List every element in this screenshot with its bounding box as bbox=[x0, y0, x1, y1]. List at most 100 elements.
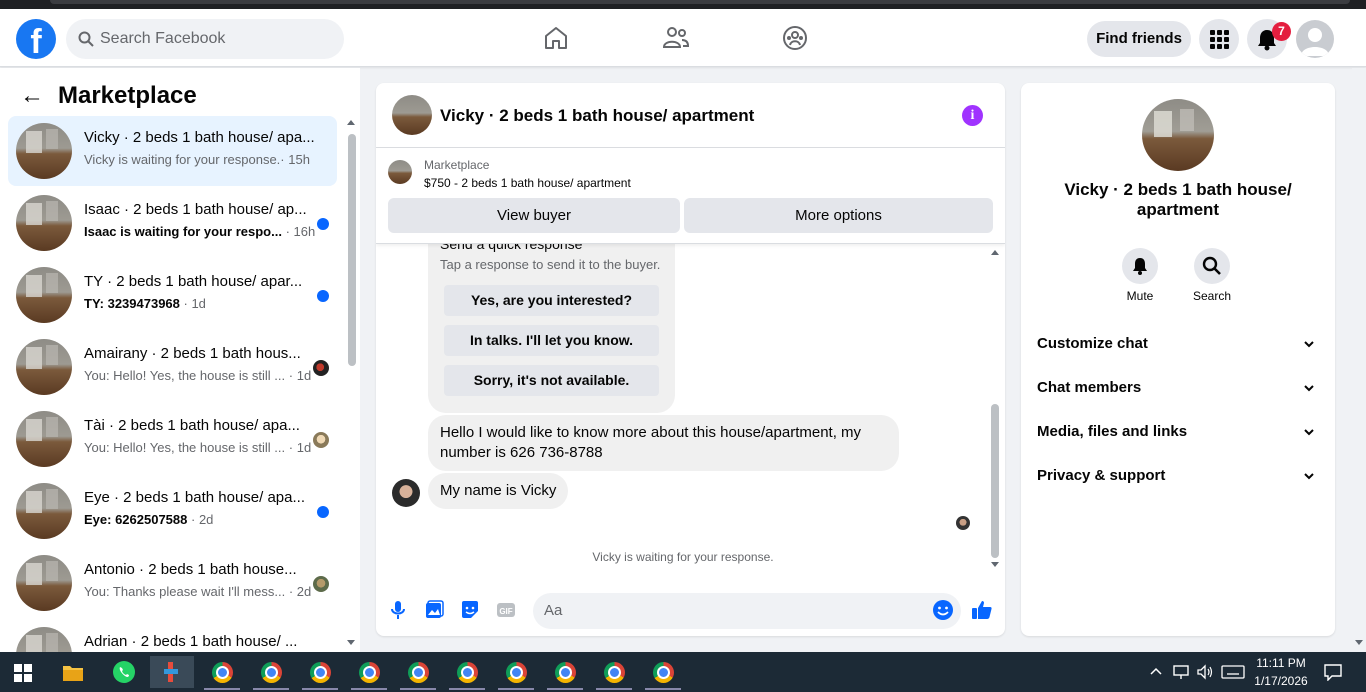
conversation-item[interactable]: TY · 2 beds 1 bath house/ apar... TY: 32… bbox=[8, 260, 337, 330]
conversation-title: Adrian · 2 beds 1 bath house/ ... bbox=[84, 633, 298, 650]
conversation-item[interactable]: Antonio · 2 beds 1 bath house... You: Th… bbox=[8, 548, 337, 618]
conversation-preview: Vicky is waiting for your response.· 15h bbox=[84, 152, 310, 167]
keyboard-icon[interactable] bbox=[1221, 665, 1245, 679]
notification-center-icon[interactable] bbox=[1323, 663, 1343, 681]
inbox-scrollbar[interactable] bbox=[346, 120, 356, 650]
quick-reply-button[interactable]: Sorry, it's not available. bbox=[444, 365, 659, 396]
media-files-links-row[interactable]: Media, files and links bbox=[1037, 416, 1319, 448]
view-buyer-button[interactable]: View buyer bbox=[388, 198, 680, 233]
page-scrollbar[interactable] bbox=[1352, 68, 1366, 652]
home-icon[interactable] bbox=[541, 23, 571, 53]
menu-button[interactable] bbox=[1199, 19, 1239, 59]
svg-text:GIF: GIF bbox=[499, 607, 512, 616]
clock-time[interactable]: 11:11 PM bbox=[1252, 656, 1310, 670]
chrome-window[interactable] bbox=[445, 656, 489, 690]
file-explorer-icon[interactable] bbox=[62, 662, 84, 682]
account-avatar[interactable] bbox=[1296, 20, 1334, 58]
microphone-icon[interactable] bbox=[386, 598, 410, 622]
chevron-down-icon bbox=[1304, 429, 1314, 436]
whatsapp-icon[interactable] bbox=[112, 660, 136, 684]
groups-icon[interactable] bbox=[780, 23, 810, 53]
conversation-item[interactable]: Amairany · 2 beds 1 bath hous... You: He… bbox=[8, 332, 337, 402]
clock-date[interactable]: 1/17/2026 bbox=[1252, 674, 1310, 688]
search-placeholder: Search Facebook bbox=[100, 30, 226, 47]
chat-members-row[interactable]: Chat members bbox=[1037, 372, 1319, 404]
conversation-preview: You: Hello! Yes, the house is still ... … bbox=[84, 368, 312, 383]
listing-thumbnail[interactable] bbox=[388, 160, 412, 184]
find-friends-button[interactable]: Find friends bbox=[1087, 21, 1191, 57]
mute-action[interactable]: Mute bbox=[1110, 248, 1170, 303]
conversation-item[interactable]: Adrian · 2 beds 1 bath house/ ... bbox=[8, 620, 337, 652]
listing-banner: Marketplace $750 - 2 beds 1 bath house/ … bbox=[376, 148, 1005, 244]
chrome-window[interactable] bbox=[592, 656, 636, 690]
app-icon bbox=[164, 662, 178, 682]
friends-icon[interactable] bbox=[661, 23, 691, 53]
unread-dot bbox=[317, 290, 329, 302]
conversation-preview: Eye: 6262507588 · 2d bbox=[84, 512, 214, 527]
conversation-title: Eye · 2 beds 1 bath house/ apa... bbox=[84, 489, 305, 506]
conversation-item[interactable]: Vicky · 2 beds 1 bath house/ apa... Vick… bbox=[8, 116, 337, 186]
listing-avatar[interactable] bbox=[392, 95, 432, 135]
conversation-preview: You: Hello! Yes, the house is still ... … bbox=[84, 440, 312, 455]
privacy-support-row[interactable]: Privacy & support bbox=[1037, 460, 1319, 492]
search-input[interactable]: Search Facebook bbox=[66, 19, 344, 59]
chrome-icon bbox=[604, 662, 625, 683]
conversation-title: Amairany · 2 beds 1 bath hous... bbox=[84, 345, 301, 362]
conversation-preview: Isaac is waiting for your respo... · 16h bbox=[84, 224, 316, 239]
photo-icon[interactable] bbox=[422, 598, 446, 622]
quick-reply-button[interactable]: In talks. I'll let you know. bbox=[444, 325, 659, 356]
customize-chat-row[interactable]: Customize chat bbox=[1037, 328, 1319, 360]
sticker-icon[interactable] bbox=[458, 598, 482, 622]
chat-title[interactable]: Vicky · 2 beds 1 bath house/ apartment bbox=[440, 106, 754, 126]
bell-icon bbox=[1133, 258, 1147, 275]
scrollbar-thumb[interactable] bbox=[348, 134, 356, 366]
chat-header: Vicky · 2 beds 1 bath house/ apartment i bbox=[376, 83, 1005, 148]
unread-dot bbox=[317, 506, 329, 518]
listing-thumbnail bbox=[16, 555, 72, 611]
chrome-icon bbox=[261, 662, 282, 683]
chat-scrollbar[interactable] bbox=[989, 244, 1001, 574]
sender-avatar[interactable] bbox=[392, 479, 420, 507]
chrome-icon bbox=[506, 662, 527, 683]
chrome-window[interactable] bbox=[249, 656, 293, 690]
chevron-down-icon bbox=[1304, 341, 1314, 348]
chrome-icon bbox=[457, 662, 478, 683]
conversation-item[interactable]: Eye · 2 beds 1 bath house/ apa... Eye: 6… bbox=[8, 476, 337, 546]
listing-thumbnail bbox=[16, 627, 72, 652]
more-options-button[interactable]: More options bbox=[684, 198, 993, 233]
quick-response-title: Send a quick response bbox=[440, 244, 583, 252]
listing-price-title[interactable]: $750 - 2 beds 1 bath house/ apartment bbox=[424, 176, 631, 190]
chrome-window[interactable] bbox=[494, 656, 538, 690]
emoji-icon[interactable] bbox=[931, 598, 955, 622]
chrome-window[interactable] bbox=[641, 656, 685, 690]
network-icon[interactable] bbox=[1172, 664, 1190, 680]
listing-photo[interactable] bbox=[1142, 99, 1214, 171]
chrome-window[interactable] bbox=[347, 656, 391, 690]
search-action[interactable]: Search bbox=[1182, 248, 1242, 303]
chrome-window[interactable] bbox=[298, 656, 342, 690]
listing-thumbnail bbox=[16, 195, 72, 251]
browser-top-strip bbox=[0, 0, 1366, 9]
gif-icon[interactable]: GIF bbox=[494, 598, 518, 622]
message-input[interactable]: Aa bbox=[533, 593, 961, 629]
chevron-up-icon[interactable] bbox=[1150, 666, 1162, 676]
search-icon bbox=[78, 31, 94, 47]
quick-reply-button[interactable]: Yes, are you interested? bbox=[444, 285, 659, 316]
conversation-item[interactable]: Tài · 2 beds 1 bath house/ apa... You: H… bbox=[8, 404, 337, 474]
volume-icon[interactable] bbox=[1196, 664, 1214, 680]
windows-start-icon[interactable] bbox=[14, 664, 32, 682]
info-icon[interactable]: i bbox=[962, 105, 983, 126]
conversation-title: TY · 2 beds 1 bath house/ apar... bbox=[84, 273, 303, 290]
taskbar-app-active[interactable] bbox=[150, 656, 194, 688]
back-arrow-icon[interactable]: ← bbox=[20, 82, 44, 110]
facebook-logo[interactable]: f bbox=[16, 19, 56, 59]
scrollbar-thumb[interactable] bbox=[991, 404, 999, 558]
chrome-window[interactable] bbox=[200, 656, 244, 690]
chrome-icon bbox=[359, 662, 380, 683]
chrome-window[interactable] bbox=[543, 656, 587, 690]
conversation-item[interactable]: Isaac · 2 beds 1 bath house/ ap... Isaac… bbox=[8, 188, 337, 258]
chrome-window[interactable] bbox=[396, 656, 440, 690]
seen-avatar bbox=[313, 360, 329, 376]
user-silhouette-icon bbox=[1301, 28, 1329, 56]
like-thumb-icon[interactable] bbox=[970, 598, 994, 622]
